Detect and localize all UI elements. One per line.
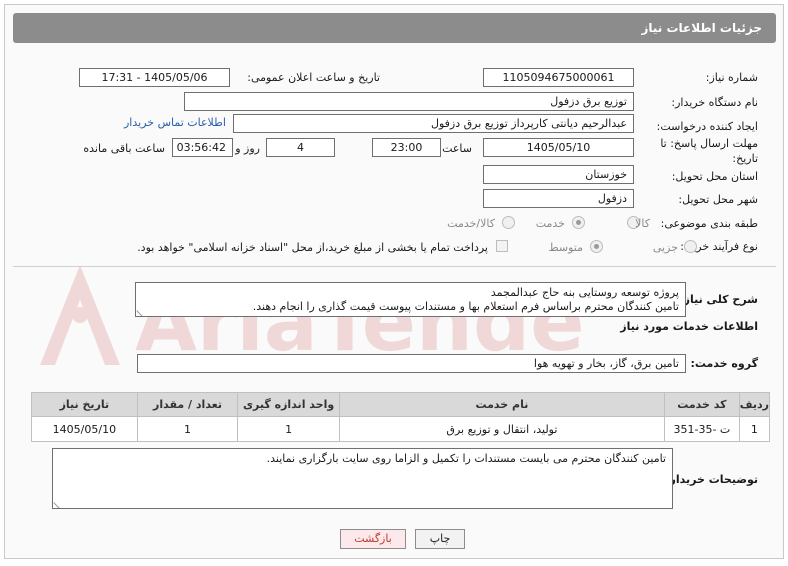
category-goods-service-label: کالا/خدمت	[447, 217, 495, 230]
col-unit: واحد اندازه گیری	[237, 392, 340, 417]
deadline-date-field: 1405/05/10	[483, 138, 634, 157]
cell-unit: 1	[237, 416, 340, 442]
process-minor-radio[interactable]	[684, 240, 697, 253]
buyer-org-label: نام دستگاه خریدار:	[671, 96, 758, 109]
cell-need-date: 1405/05/10	[31, 416, 138, 442]
service-group-label: گروه خدمت:	[690, 357, 758, 370]
service-group-field: تامین برق، گاز، بخار و تهویه هوا	[137, 354, 686, 373]
services-table: ردیف کد خدمت نام خدمت واحد اندازه گیری ت…	[31, 392, 771, 442]
cell-service-name: تولید، انتقال و توزیع برق	[338, 416, 665, 442]
days-label: روز و	[235, 142, 260, 155]
days-count-field: 4	[266, 138, 335, 157]
buyer-contact-link[interactable]: اطلاعات تماس خریدار	[124, 116, 226, 129]
province-field: خوزستان	[483, 165, 634, 184]
col-need-date: تاریخ نیاز	[31, 392, 138, 417]
description-line-2: تامین کنندگان محترم براساس فرم استعلام ب…	[252, 300, 679, 313]
province-label: استان محل تحویل:	[671, 170, 758, 183]
table-header-row: ردیف کد خدمت نام خدمت واحد اندازه گیری ت…	[31, 392, 771, 417]
category-goods-label: کالا	[635, 217, 650, 230]
buyer-notes-label: توضیحات خریدار:	[665, 473, 758, 486]
cell-service-code: ت -35-351	[663, 416, 740, 442]
page-title: جزئیات اطلاعات نیاز	[641, 21, 762, 35]
buyer-org-field: توزیع برق دزفول	[184, 92, 634, 111]
services-section-title: اطلاعات خدمات مورد نیاز	[620, 320, 758, 333]
description-label: شرح کلی نیاز:	[679, 293, 758, 306]
category-service-label: خدمت	[535, 217, 565, 230]
back-button[interactable]: بازگشت	[340, 529, 406, 549]
need-number-label: شماره نیاز:	[705, 71, 758, 84]
city-label: شهر محل تحویل:	[678, 193, 758, 206]
city-field: دزفول	[483, 189, 634, 208]
requester-label: ایجاد کننده درخواست:	[656, 120, 758, 133]
col-service-code: کد خدمت	[663, 392, 740, 417]
remaining-time-field: 03:56:42	[172, 138, 233, 157]
cell-row: 1	[738, 416, 771, 442]
category-goods-service-radio[interactable]	[502, 216, 515, 229]
col-service-name: نام خدمت	[338, 392, 665, 417]
category-service-radio[interactable]	[572, 216, 585, 229]
remaining-label: ساعت باقی مانده	[83, 142, 165, 155]
requester-field: عبدالرحیم دیانتی کارپرداز توزیع برق دزفو…	[233, 114, 634, 133]
col-row: ردیف	[738, 392, 771, 417]
resize-grip-icon[interactable]	[53, 497, 65, 508]
process-medium-label: متوسط	[548, 241, 583, 254]
print-button[interactable]: چاپ	[415, 529, 465, 549]
buyer-notes-textarea: تامین کنندگان محترم می بایست مستندات را …	[52, 448, 673, 509]
process-minor-label: جزیی	[652, 241, 678, 254]
table-row: 1 ت -35-351 تولید، انتقال و توزیع برق 1 …	[31, 416, 771, 442]
need-number-field: 1105094675000061	[483, 68, 634, 87]
cell-quantity: 1	[136, 416, 239, 442]
section-divider	[13, 266, 776, 267]
announce-datetime-field: 1405/05/06 - 17:31	[79, 68, 230, 87]
category-label: طبقه بندی موضوعی:	[660, 217, 758, 230]
deadline-time-field: 23:00	[372, 138, 441, 157]
description-textarea: پروژه توسعه روستایی بنه حاج عبدالمجمد تا…	[135, 282, 686, 317]
col-quantity: تعداد / مقدار	[136, 392, 239, 417]
buyer-notes-text: تامین کنندگان محترم می بایست مستندات را …	[266, 452, 666, 465]
process-medium-radio[interactable]	[590, 240, 603, 253]
payment-note: پرداخت تمام یا بخشی از مبلغ خرید،از محل …	[137, 241, 488, 254]
deadline-label: مهلت ارسال پاسخ: تا تاریخ:	[660, 137, 758, 165]
page-header: جزئیات اطلاعات نیاز	[13, 13, 776, 43]
treasury-payment-checkbox[interactable]	[496, 240, 508, 252]
deadline-time-label: ساعت	[442, 142, 472, 155]
description-line-1: پروژه توسعه روستایی بنه حاج عبدالمجمد	[490, 286, 679, 299]
announce-datetime-label: تاریخ و ساعت اعلان عمومی:	[247, 71, 380, 84]
